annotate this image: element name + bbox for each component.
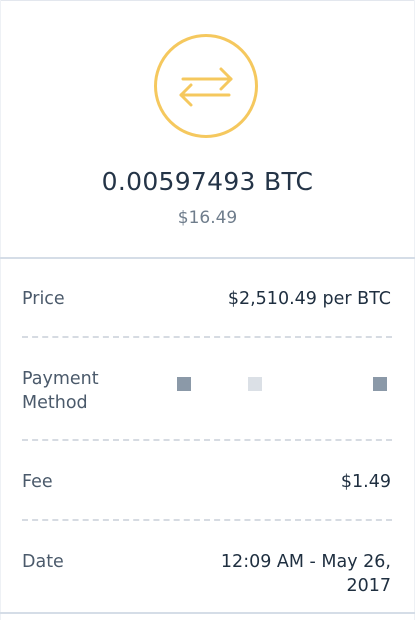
bottom-divider	[0, 612, 415, 614]
price-label: Price	[22, 289, 65, 309]
fee-value: $1.49	[340, 472, 391, 492]
dashed-divider	[22, 439, 392, 441]
crypto-amount: 0.00597493 BTC	[101, 167, 314, 196]
date-label: Date	[22, 552, 64, 572]
header-divider	[0, 257, 415, 259]
dashed-divider	[22, 519, 392, 521]
redacted-mark	[248, 377, 262, 391]
payment-method-label-line1: Payment	[22, 369, 99, 389]
price-value: $2,510.49 per BTC	[227, 289, 391, 309]
transfer-arrows-svg	[179, 67, 233, 107]
date-value-line1: 12:09 AM - May 26,	[220, 552, 391, 572]
transaction-header: 0.00597493 BTC $16.49	[0, 0, 415, 258]
redacted-mark	[177, 377, 191, 391]
date-value-line2: 2017	[346, 576, 391, 596]
dashed-divider	[22, 336, 392, 338]
transfer-arrows-icon	[154, 34, 258, 138]
fiat-amount: $16.49	[177, 208, 238, 228]
fee-label: Fee	[22, 472, 53, 492]
payment-method-label-line2: Method	[22, 393, 88, 413]
redacted-mark	[373, 377, 387, 391]
